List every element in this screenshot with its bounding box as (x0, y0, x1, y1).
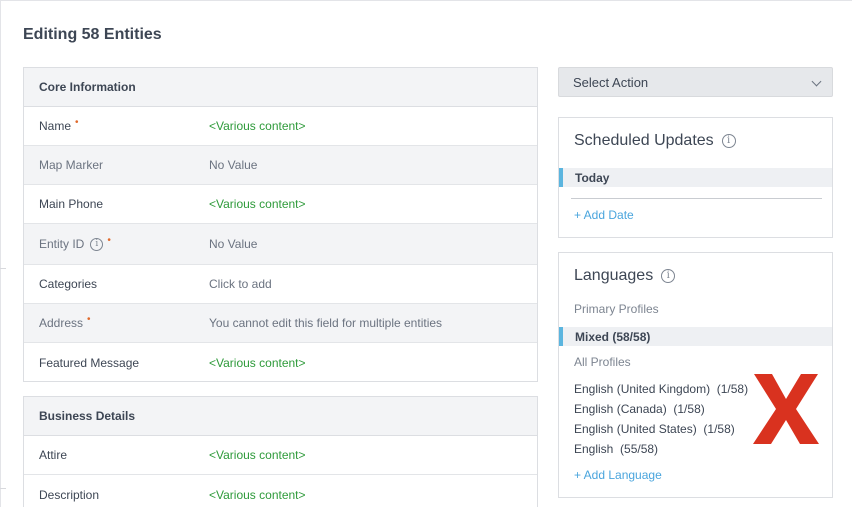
field-label-text: Entity ID (39, 237, 85, 251)
field-row-main-phone[interactable]: Main Phone <Various content> (24, 185, 537, 224)
field-value: No Value (209, 158, 258, 172)
info-icon[interactable]: i (721, 134, 736, 148)
scheduled-today-row[interactable]: Today (559, 168, 832, 187)
field-row-address: Address • You cannot edit this field for… (24, 304, 537, 343)
field-row-entity-id: Entity ID i • No Value (24, 224, 537, 265)
page-title: Editing 58 Entities (23, 26, 162, 43)
business-details-header: Business Details (24, 397, 537, 436)
info-icon[interactable]: i (661, 269, 676, 283)
core-information-panel: Core Information Name • <Various content… (23, 67, 538, 382)
left-border (0, 0, 1, 507)
field-value[interactable]: <Various content> (209, 119, 306, 133)
left-edge-tick (0, 488, 6, 489)
chevron-down-icon (811, 76, 822, 87)
select-action-dropdown[interactable]: Select Action (558, 67, 833, 97)
languages-title-text: Languages (574, 267, 654, 284)
required-indicator: • (107, 234, 111, 246)
field-row-categories[interactable]: Categories Click to add (24, 265, 537, 304)
field-label-text: Address (39, 316, 84, 330)
select-action-label: Select Action (573, 74, 649, 90)
field-label: Address • (39, 313, 91, 331)
field-row-attire[interactable]: Attire <Various content> (24, 436, 537, 475)
add-language-link[interactable]: + Add Language (574, 468, 662, 482)
field-label: Featured Message (39, 355, 140, 370)
field-value[interactable]: <Various content> (209, 197, 306, 211)
field-value[interactable]: Click to add (209, 277, 272, 291)
divider (571, 198, 822, 199)
scheduled-updates-title-text: Scheduled Updates (574, 132, 714, 149)
language-item[interactable]: English (United Kingdom) (1/58) (574, 382, 748, 396)
scheduled-updates-panel: Scheduled Updates i Today + Add Date (558, 117, 833, 238)
field-row-featured-message[interactable]: Featured Message <Various content> (24, 343, 537, 382)
field-row-name[interactable]: Name • <Various content> (24, 107, 537, 146)
field-value[interactable]: <Various content> (209, 356, 306, 370)
field-value[interactable]: <Various content> (209, 488, 306, 502)
business-details-panel: Business Details Attire <Various content… (23, 396, 538, 507)
field-value[interactable]: <Various content> (209, 448, 306, 462)
top-border (0, 0, 852, 1)
all-profiles-label: All Profiles (574, 355, 631, 369)
info-icon[interactable]: i (90, 237, 104, 251)
field-label: Attire (39, 448, 68, 462)
field-value: No Value (209, 237, 258, 251)
field-value: You cannot edit this field for multiple … (209, 316, 443, 330)
field-row-map-marker: Map Marker No Value (24, 146, 537, 185)
field-row-description[interactable]: Description <Various content> (24, 475, 537, 507)
language-item[interactable]: English (55/58) (574, 442, 658, 456)
required-indicator: • (87, 313, 91, 325)
core-information-header: Core Information (24, 68, 537, 107)
red-x-icon (753, 374, 819, 444)
left-edge-tick (0, 268, 6, 269)
field-label: Description (39, 487, 100, 502)
language-item[interactable]: English (United States) (1/58) (574, 422, 735, 436)
field-label: Name • (39, 116, 79, 134)
primary-profiles-label: Primary Profiles (574, 302, 659, 316)
field-label: Map Marker (39, 158, 104, 172)
primary-profiles-value[interactable]: Mixed (58/58) (559, 327, 832, 346)
language-item[interactable]: English (Canada) (1/58) (574, 402, 705, 416)
required-indicator: • (75, 116, 79, 128)
languages-title: Languages i (574, 267, 676, 285)
scheduled-updates-title: Scheduled Updates i (574, 132, 736, 150)
field-label: Categories (39, 277, 98, 291)
add-date-link[interactable]: + Add Date (574, 208, 634, 222)
field-label-text: Name (39, 119, 72, 133)
field-label: Entity ID i • (39, 234, 111, 252)
field-label: Main Phone (39, 197, 104, 211)
